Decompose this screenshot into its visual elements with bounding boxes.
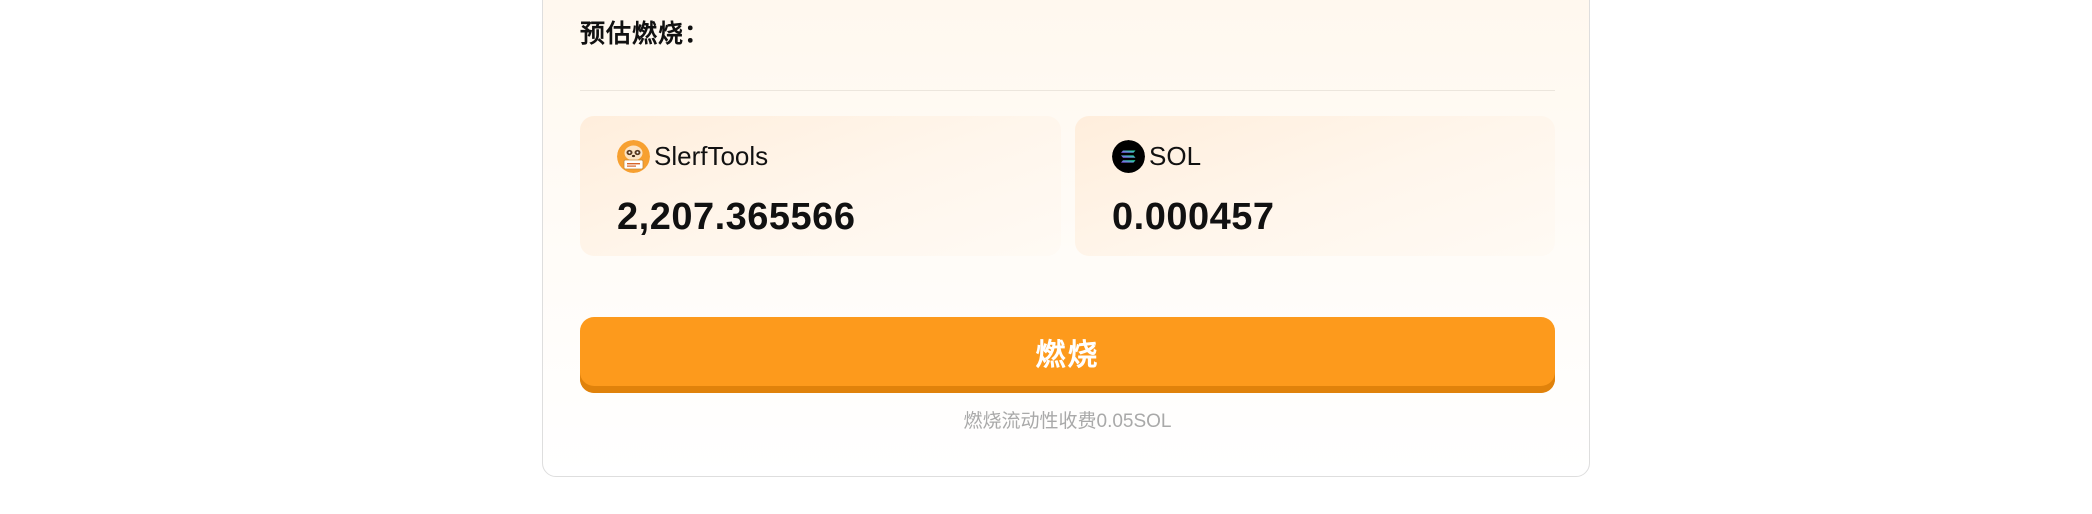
token-name: SOL [1149, 140, 1202, 171]
slerf-sloth-icon [617, 139, 650, 173]
burn-button[interactable]: 燃烧 [580, 317, 1555, 393]
solana-icon [1112, 139, 1145, 173]
token-amount: 0.000457 [1112, 196, 1275, 238]
token-box-sol: SOL 0.000457 [1075, 116, 1555, 256]
estimated-burn-title: 预估燃烧： [580, 20, 711, 48]
token-header: SOL [1112, 138, 1201, 174]
burn-liquidity-card: 预估燃烧： SlerfTools 2,207.365566 SOL 0.0004… [542, 0, 1590, 477]
token-header: SlerfTools [617, 138, 768, 174]
token-box-slerftools: SlerfTools 2,207.365566 [580, 116, 1061, 256]
token-amount: 2,207.365566 [617, 196, 856, 238]
burn-fee-note: 燃烧流动性收费0.05SOL [963, 411, 1172, 432]
divider [580, 90, 1555, 91]
token-name: SlerfTools [654, 140, 769, 171]
